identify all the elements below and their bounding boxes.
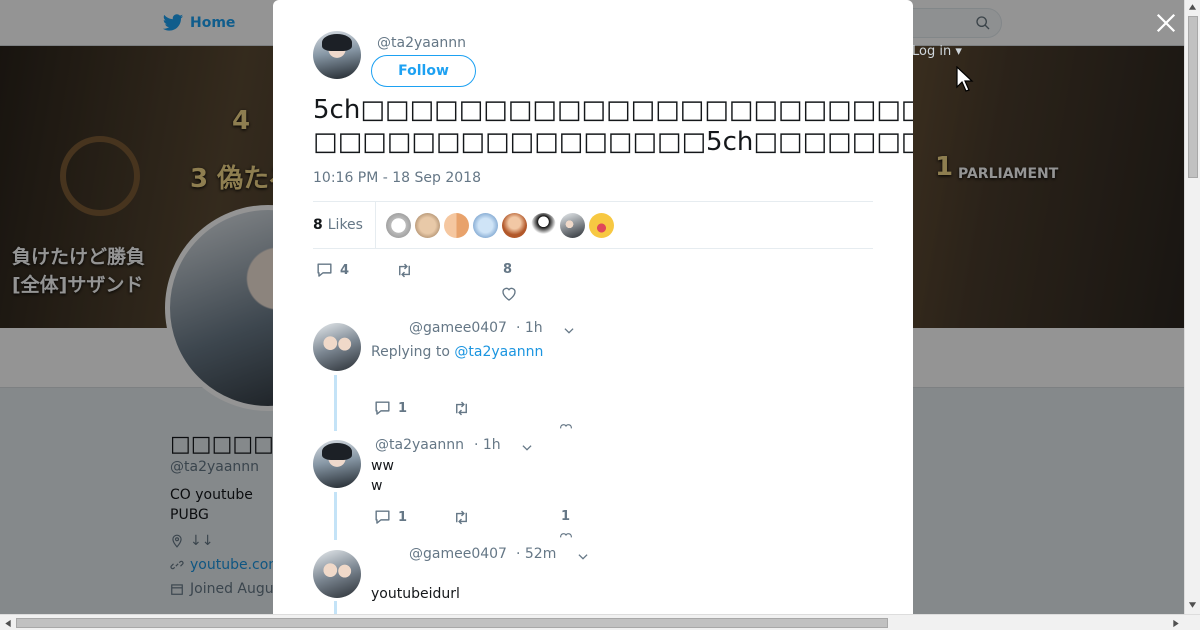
reply-action[interactable]: 1 [373,399,407,418]
liker-avatar[interactable] [559,212,585,238]
retweet-icon [456,510,467,525]
reply-handle[interactable]: @ta2yaannn [375,437,464,453]
login-link[interactable]: Log in ▾ [912,44,962,59]
chevron-down-icon[interactable] [520,441,534,455]
reply-action[interactable]: 1 [373,508,407,527]
reply-time[interactable]: · 1h [474,437,501,453]
likes-label: Likes [327,217,363,233]
author-handle[interactable]: @ta2yaannn [377,35,466,51]
replying-to: Replying to @ta2yaannn [371,344,543,360]
thread-line [334,375,337,431]
like-count: 8 [503,262,513,277]
liker-avatar[interactable] [385,212,411,238]
reply-count: 1 [398,401,408,416]
author-avatar[interactable] [313,31,361,79]
scroll-down-arrow-icon[interactable] [1188,601,1197,609]
like-count: 1 [561,509,571,524]
chevron-down-icon[interactable] [562,324,576,338]
reply-avatar[interactable] [313,550,361,598]
horizontal-scrollbar[interactable] [0,614,1200,630]
heart-icon[interactable] [559,422,573,430]
reply-handle[interactable]: @gamee0407 [409,320,507,336]
retweet-icon [456,401,467,416]
reply-icon [375,510,390,524]
like-count-display: 1 [561,509,570,524]
heart-icon[interactable] [559,531,573,539]
scroll-up-arrow-icon[interactable] [1188,3,1197,11]
vertical-scrollbar[interactable] [1184,0,1200,614]
tweet-text: 5ch□□□□□□□□□□□□□□□□□□□□□□ □□□□□□□□□□□□□□□… [313,95,913,157]
reply-icon [375,401,390,415]
likers-list [385,212,614,238]
chevron-down-icon[interactable] [576,550,590,564]
reply-text-line: w [371,478,383,494]
replying-to-link[interactable]: @ta2yaannn [454,344,543,360]
tweet-modal: @ta2yaannn Follow 5ch□□□□□□□□□□□□□□□□□□□… [273,0,913,614]
reply-text: youtubeidurl [371,586,460,602]
vertical-scroll-thumb[interactable] [1188,16,1198,178]
reply-handle[interactable]: @gamee0407 [409,546,507,562]
reply-icon [317,263,332,277]
retweet-action[interactable] [395,261,420,280]
liker-avatar[interactable] [472,212,498,238]
reply-action[interactable]: 4 [315,261,349,280]
reply-text-line: ww [371,458,394,474]
scroll-right-arrow-icon[interactable] [1172,619,1180,628]
follow-button[interactable]: Follow [371,55,476,87]
thread-line [334,492,337,540]
retweet-action[interactable] [452,399,471,418]
likes-stat[interactable]: 8 Likes [313,201,376,249]
liker-avatar[interactable] [443,212,469,238]
reply-time[interactable]: · 1h [516,320,543,336]
retweet-action[interactable] [452,508,471,527]
tweet-timestamp[interactable]: 10:16 PM - 18 Sep 2018 [313,170,481,186]
scroll-left-arrow-icon[interactable] [4,619,12,628]
reply-count: 4 [340,263,350,278]
tweet-stats: 8 Likes [313,201,873,249]
liker-avatar[interactable] [588,212,614,238]
reply-count: 1 [398,510,408,525]
liker-avatar[interactable] [414,212,440,238]
retweet-icon [399,263,410,278]
close-icon[interactable] [1155,12,1177,34]
likes-count: 8 [313,217,323,233]
horizontal-scroll-thumb[interactable] [16,618,888,628]
reply-time[interactable]: · 52m [516,546,556,562]
thread-line [334,601,337,614]
like-count-display: 8 [503,262,512,277]
replying-prefix: Replying to [371,344,450,360]
heart-icon[interactable] [500,285,518,303]
reply-avatar[interactable] [313,323,361,371]
reply-text: ww w [371,456,394,496]
liker-avatar[interactable] [530,212,556,238]
mouse-cursor-icon [956,66,974,92]
liker-avatar[interactable] [501,212,527,238]
reply-avatar[interactable] [313,440,361,488]
